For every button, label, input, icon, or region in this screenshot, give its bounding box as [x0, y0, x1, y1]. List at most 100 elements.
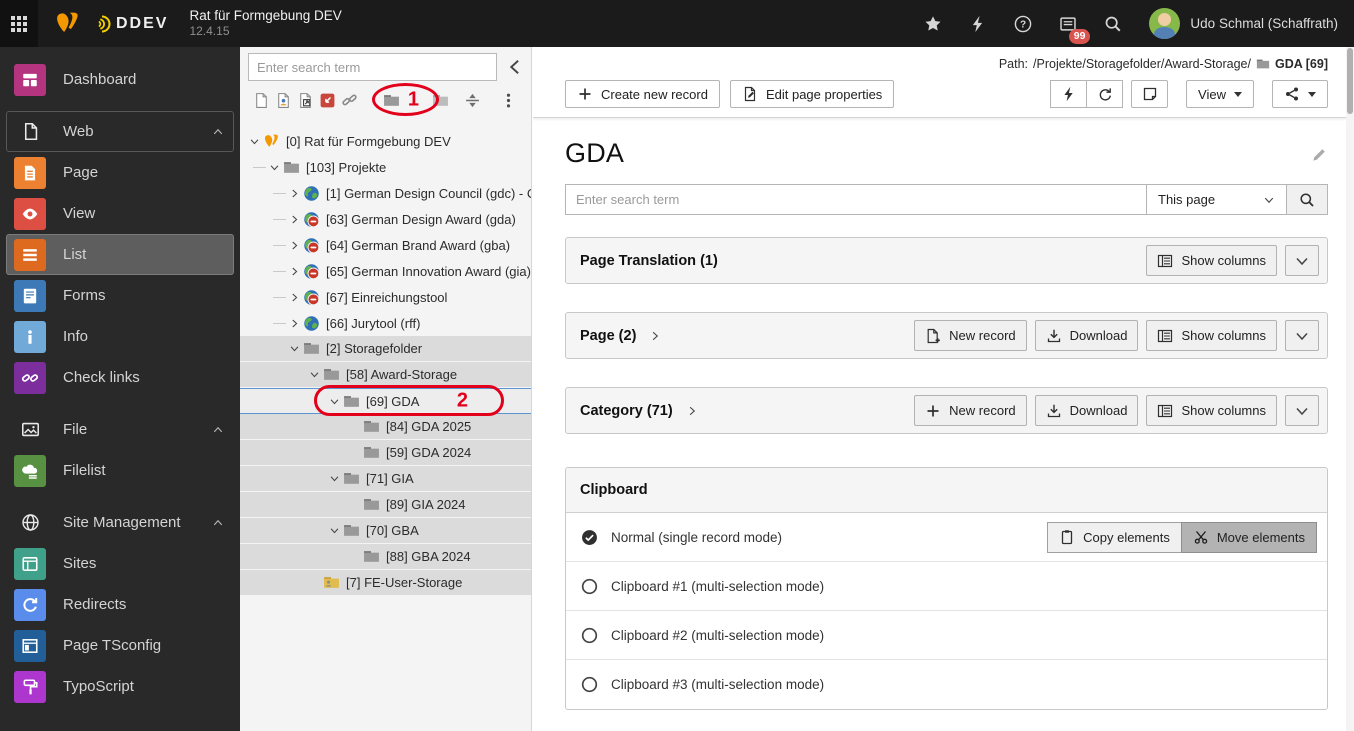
download-button[interactable]: Download [1034, 320, 1139, 351]
tree-chevron-right-icon[interactable] [286, 263, 302, 279]
search-submit-button[interactable] [1287, 184, 1328, 215]
tree-chevron-down-icon[interactable] [246, 133, 262, 149]
section-expand-icon[interactable] [686, 405, 698, 417]
tree-node-89-gia-2024[interactable]: [89] GIA 2024 [240, 492, 531, 518]
tree-node-84-gda-2025[interactable]: [84] GDA 2025 [240, 414, 531, 440]
tool-kebab-icon[interactable] [500, 92, 517, 109]
section-title[interactable]: Category (71) [580, 403, 673, 419]
edit-title-icon[interactable] [1311, 146, 1328, 163]
scrollbar-thumb[interactable] [1347, 48, 1353, 114]
edit-page-properties-button[interactable]: Edit page properties [729, 80, 895, 108]
tree-chevron-right-icon[interactable] [286, 315, 302, 331]
record-search-input[interactable] [565, 184, 1147, 215]
sidebar-item-page[interactable]: Page [6, 152, 234, 193]
share-dropdown-button[interactable] [1272, 80, 1328, 108]
radio-unchecked-icon[interactable] [581, 676, 598, 693]
move-elements-button[interactable]: Move elements [1180, 521, 1317, 553]
tool-page-user-icon[interactable] [275, 92, 292, 109]
tree-node-71-gia[interactable]: [71] GIA [240, 466, 531, 492]
sidebar-item-list[interactable]: List [6, 234, 234, 275]
tree-node-1-german-design-council-gdc-corpor[interactable]: [1] German Design Council (gdc) - Corpor [240, 180, 531, 206]
tree-node-66-jurytool-rff[interactable]: [66] Jurytool (rff) [240, 310, 531, 336]
sidebar-item-redirects[interactable]: Redirects [6, 584, 234, 625]
sidebar-item-dashboard[interactable]: Dashboard [6, 59, 234, 100]
sidebar-item-forms[interactable]: Forms [6, 275, 234, 316]
section-collapse-button[interactable] [1285, 320, 1319, 351]
tree-chevron-right-icon[interactable] [286, 289, 302, 305]
tree-search-input[interactable] [248, 53, 497, 81]
tree-chevron-down-icon[interactable] [326, 393, 342, 409]
tree-node-69-gda[interactable]: [69] GDA [240, 388, 531, 414]
tree-node-103-projekte[interactable]: [103] Projekte [240, 154, 531, 180]
download-button[interactable]: Download [1034, 395, 1139, 426]
tree-node-59-gda-2024[interactable]: [59] GDA 2024 [240, 440, 531, 466]
tree-node-58-award-storage[interactable]: [58] Award-Storage [240, 362, 531, 388]
show-columns-button[interactable]: Show columns [1146, 320, 1277, 351]
tool-folder-alt-icon[interactable] [432, 92, 449, 109]
tree-chevron-down-icon[interactable] [306, 367, 322, 383]
show-columns-button[interactable]: Show columns [1146, 245, 1277, 276]
tree-chevron-right-icon[interactable] [286, 211, 302, 227]
tree-chevron-right-icon[interactable] [286, 185, 302, 201]
collapse-tree-icon[interactable] [505, 57, 525, 77]
radio-unchecked-icon[interactable] [581, 627, 598, 644]
tree-node-88-gba-2024[interactable]: [88] GBA 2024 [240, 544, 531, 570]
clipboard-mode-label[interactable]: Clipboard #2 (multi-selection mode) [611, 628, 824, 643]
tree-node-64-german-brand-award-gba[interactable]: [64] German Brand Award (gba) [240, 232, 531, 258]
view-dropdown-button[interactable]: View [1186, 80, 1254, 108]
tree-chevron-down-icon[interactable] [266, 159, 282, 175]
sidebar-item-page-tsconfig[interactable]: Page TSconfig [6, 625, 234, 666]
clipboard-mode-label[interactable]: Clipboard #3 (multi-selection mode) [611, 677, 824, 692]
create-new-record-button[interactable]: Create new record [565, 80, 720, 108]
section-title[interactable]: Page Translation (1) [580, 253, 718, 269]
search-scope-select[interactable]: This page [1147, 184, 1287, 215]
sidebar-item-web[interactable]: Web [6, 111, 234, 152]
tree-node-70-gba[interactable]: [70] GBA [240, 518, 531, 544]
flush-cache-icon[interactable] [969, 15, 987, 33]
sidebar-item-site-management[interactable]: Site Management [6, 502, 234, 543]
section-expand-icon[interactable] [649, 330, 661, 342]
user-menu[interactable]: Udo Schmal (Schaffrath) [1149, 8, 1338, 39]
sidebar-item-view[interactable]: View [6, 193, 234, 234]
radio-unchecked-icon[interactable] [581, 578, 598, 595]
internal-note-button[interactable] [1131, 80, 1169, 108]
bookmark-icon[interactable] [924, 15, 942, 33]
search-icon[interactable] [1104, 15, 1122, 33]
tool-folder-icon[interactable] [383, 92, 400, 109]
tool-link-icon[interactable] [341, 92, 358, 109]
tool-page-link-red-icon[interactable] [319, 92, 336, 109]
new-record-button[interactable]: New record [914, 320, 1027, 351]
tree-node-7-fe-user-storage[interactable]: [7] FE-User-Storage [240, 570, 531, 596]
tree-chevron-right-icon[interactable] [286, 237, 302, 253]
tool-divider-icon[interactable] [464, 92, 481, 109]
show-columns-button[interactable]: Show columns [1146, 395, 1277, 426]
copy-elements-button[interactable]: Copy elements [1047, 521, 1182, 553]
sidebar-item-typoscript[interactable]: TypoScript [6, 666, 234, 707]
tree-node-0-rat-f-r-formgebung-dev[interactable]: [0] Rat für Formgebung DEV [240, 128, 531, 154]
new-record-button[interactable]: New record [914, 395, 1027, 426]
clipboard-mode-label[interactable]: Clipboard #1 (multi-selection mode) [611, 579, 824, 594]
clipboard-mode-label[interactable]: Normal (single record mode) [611, 530, 782, 545]
tool-page-new-icon[interactable] [253, 92, 270, 109]
sidebar-item-info[interactable]: Info [6, 316, 234, 357]
app-grid-button[interactable] [0, 0, 38, 47]
section-collapse-button[interactable] [1285, 395, 1319, 426]
tree-node-63-german-design-award-gda[interactable]: [63] German Design Award (gda) [240, 206, 531, 232]
sidebar-item-check-links[interactable]: Check links [6, 357, 234, 398]
reload-button[interactable] [1086, 80, 1124, 108]
help-icon[interactable]: ? [1014, 15, 1032, 33]
radio-checked-icon[interactable] [581, 529, 598, 546]
tree-chevron-down-icon[interactable] [326, 471, 342, 487]
sidebar-item-sites[interactable]: Sites [6, 543, 234, 584]
section-title[interactable]: Page (2) [580, 328, 636, 344]
opendocs-button[interactable]: 99 [1059, 15, 1091, 44]
tree-node-67-einreichungstool[interactable]: [67] Einreichungstool [240, 284, 531, 310]
tool-page-shortcut-icon[interactable] [297, 92, 314, 109]
sidebar-item-file[interactable]: File [6, 409, 234, 450]
section-collapse-button[interactable] [1285, 245, 1319, 276]
tree-chevron-down-icon[interactable] [286, 341, 302, 357]
tree-node-65-german-innovation-award-gia[interactable]: [65] German Innovation Award (gia) [240, 258, 531, 284]
tree-node-2-storagefolder[interactable]: [2] Storagefolder [240, 336, 531, 362]
flush-cache-button[interactable] [1050, 80, 1088, 108]
tree-chevron-down-icon[interactable] [326, 523, 342, 539]
